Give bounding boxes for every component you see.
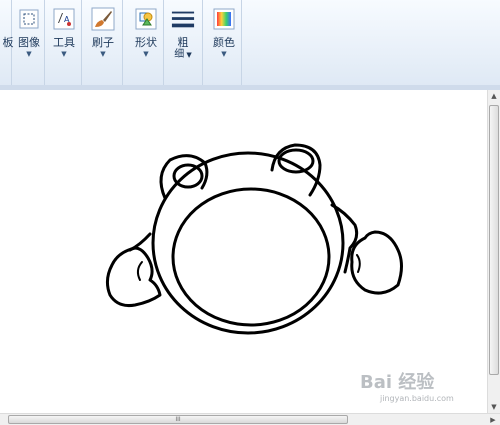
baidu-watermark: Bai 经验 jingyan.baidu.com	[360, 368, 480, 412]
shapes-button[interactable]: 形状 ▼	[129, 4, 163, 72]
shapes-group: 形状 ▼	[128, 0, 164, 85]
brushes-button[interactable]: 刷子 ▼	[86, 4, 120, 72]
scroll-down-button[interactable]: ▼	[488, 401, 500, 413]
body-inner-ring	[171, 187, 331, 327]
tools-icon: A	[52, 7, 76, 31]
tools-button[interactable]: A 工具 ▼	[47, 4, 81, 72]
image-label: 图像	[18, 36, 40, 49]
shapes-dropdown-icon: ▼	[143, 50, 149, 58]
colors-icon	[212, 7, 236, 31]
body-outer-ring	[151, 151, 345, 335]
scroll-grip: III	[175, 416, 181, 423]
colors-dropdown-icon: ▼	[221, 50, 227, 58]
tools-label: 工具	[53, 36, 75, 49]
image-button[interactable]: 图像 ▼	[12, 4, 46, 72]
vertical-scrollbar[interactable]: ▲ ▼	[487, 90, 500, 413]
image-group: 图像 ▼	[13, 0, 45, 85]
watermark-url: jingyan.baidu.com	[380, 394, 454, 403]
frog-drawing	[105, 143, 403, 335]
colors-button[interactable]: 颜色 ▼	[207, 4, 241, 72]
ribbon: 板 图像 ▼ A 工具 ▼ 刷子 ▼ 形状 ▼ 粗 细 ▼ 颜色 ▼	[0, 0, 500, 86]
shapes-label: 形状	[135, 36, 157, 49]
vertical-scroll-thumb[interactable]	[489, 105, 499, 375]
image-dropdown-icon: ▼	[26, 50, 32, 58]
brushes-group: 刷子 ▼	[83, 0, 123, 85]
tools-dropdown-icon: ▼	[61, 50, 67, 58]
drawing-canvas[interactable]	[0, 90, 487, 413]
left-hand	[105, 246, 162, 307]
select-icon	[17, 7, 41, 31]
line-size-icon	[171, 7, 195, 31]
horizontal-scroll-thumb[interactable]: III	[8, 415, 348, 424]
brushes-dropdown-icon: ▼	[100, 50, 106, 58]
brushes-label: 刷子	[92, 36, 114, 49]
size-button[interactable]: 粗 细 ▼	[166, 4, 200, 72]
horizontal-scrollbar[interactable]: III ▶	[0, 413, 500, 425]
brush-icon	[91, 7, 115, 31]
clipboard-icon	[0, 7, 9, 31]
watermark-brand: Bai 经验	[360, 372, 435, 393]
shapes-icon	[134, 7, 158, 31]
clipboard-group: 板	[0, 0, 14, 85]
scroll-right-button[interactable]: ▶	[488, 414, 498, 425]
size-label-line1: 粗	[177, 36, 189, 49]
right-eye-outline	[270, 143, 322, 197]
size-dropdown-icon: ▼	[184, 51, 192, 59]
scroll-up-button[interactable]: ▲	[488, 90, 500, 102]
tools-group: A 工具 ▼	[46, 0, 82, 85]
size-label-line2: 细	[174, 49, 185, 60]
size-label-line2-row: 细 ▼	[174, 49, 192, 61]
colors-group: 颜色 ▼	[206, 0, 242, 85]
size-group: 粗 细 ▼	[165, 0, 203, 85]
colors-label: 颜色	[213, 36, 235, 49]
